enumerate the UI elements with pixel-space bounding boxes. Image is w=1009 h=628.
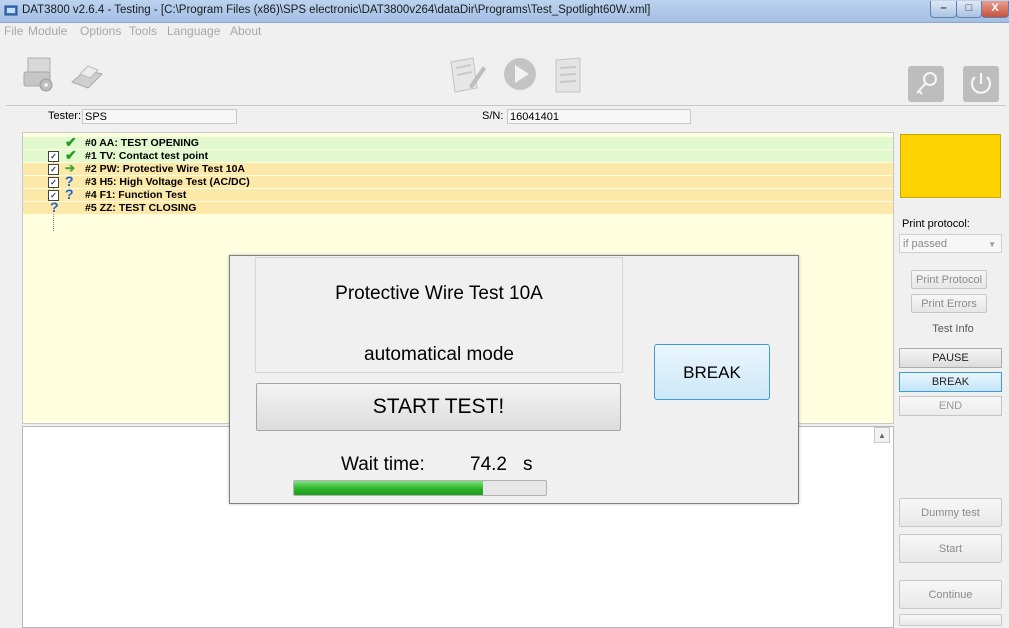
test-label: #3 H5: High Voltage Test (AC/DC) <box>85 176 250 188</box>
start-test-button[interactable]: START TEST! <box>256 383 621 431</box>
printer-icon[interactable] <box>66 52 106 96</box>
wait-time-unit: s <box>523 454 533 475</box>
test-row-1[interactable]: ✓ ✔ #1 TV: Contact test point <box>23 147 893 163</box>
document-icon[interactable] <box>548 52 588 96</box>
menu-module[interactable]: Module <box>28 24 67 38</box>
key-icon[interactable] <box>908 66 944 102</box>
menu-language[interactable]: Language <box>167 24 220 38</box>
status-indicator <box>900 134 1001 198</box>
pause-button[interactable]: PAUSE <box>899 348 1002 368</box>
test-row-2[interactable]: ✓ ➔ #2 PW: Protective Wire Test 10A <box>23 161 893 175</box>
print-protocol-value: if passed <box>903 238 948 250</box>
start-button[interactable]: Start <box>899 534 1002 563</box>
menu-about[interactable]: About <box>230 24 261 38</box>
menu-file[interactable]: File <box>4 24 23 38</box>
app-icon <box>4 5 18 16</box>
serial-label: S/N: <box>482 110 504 122</box>
dialog-break-button[interactable]: BREAK <box>654 344 770 400</box>
edit-icon[interactable] <box>447 52 487 96</box>
wait-progress-bar <box>293 480 547 496</box>
test-checkbox[interactable]: ✓ <box>48 164 59 175</box>
chevron-down-icon: ▼ <box>988 240 996 249</box>
power-icon[interactable] <box>963 66 999 102</box>
test-label: #0 AA: TEST OPENING <box>85 137 199 149</box>
test-row-3[interactable]: ✓ ? #3 H5: High Voltage Test (AC/DC) <box>23 174 893 188</box>
dummy-test-button[interactable]: Dummy test <box>899 498 1002 527</box>
test-label: #1 TV: Contact test point <box>85 150 209 162</box>
test-row-5[interactable]: ? #5 ZZ: TEST CLOSING <box>23 199 893 215</box>
tester-field[interactable]: SPS <box>82 109 237 124</box>
more-button[interactable] <box>899 614 1002 626</box>
side-break-button[interactable]: BREAK <box>899 372 1002 392</box>
test-label: #2 PW: Protective Wire Test 10A <box>85 163 245 175</box>
maximize-button[interactable]: □ <box>956 1 982 18</box>
scroll-up-button[interactable]: ▲ <box>874 427 890 443</box>
menu-bar: File Module Options Tools Language About <box>0 22 1009 40</box>
print-errors-button[interactable]: Print Errors <box>911 294 987 313</box>
progress-fill <box>294 481 483 495</box>
menu-options[interactable]: Options <box>80 24 121 38</box>
question-icon: ? <box>50 199 59 215</box>
minimize-button[interactable]: – <box>930 1 957 18</box>
dialog-test-title: Protective Wire Test 10A <box>335 283 543 304</box>
window-title: DAT3800 v2.6.4 - Testing - [C:\Program F… <box>22 4 651 16</box>
printer-setup-icon[interactable] <box>20 52 60 96</box>
test-info-button[interactable]: Test Info <box>911 320 995 339</box>
test-row-4[interactable]: ✓ ? #4 F1: Function Test <box>23 186 893 202</box>
dialog-mode-text: automatical mode <box>364 344 514 365</box>
check-icon: ✔ <box>65 147 77 163</box>
play-icon[interactable] <box>500 52 540 96</box>
serial-number-field[interactable]: 16041401 <box>507 109 691 124</box>
print-protocol-select[interactable]: if passed ▼ <box>899 234 1002 253</box>
title-bar[interactable]: DAT3800 v2.6.4 - Testing - [C:\Program F… <box>0 0 1009 23</box>
print-protocol-label: Print protocol: <box>902 218 970 230</box>
close-button[interactable]: X <box>981 1 1009 18</box>
test-dialog: Protective Wire Test 10A automatical mod… <box>229 255 799 504</box>
continue-button[interactable]: Continue <box>899 580 1002 609</box>
tester-label: Tester: <box>48 110 82 122</box>
wait-time-label: Wait time: <box>341 454 425 475</box>
menu-tools[interactable]: Tools <box>129 24 157 38</box>
question-icon: ? <box>65 186 74 202</box>
toolbar-separator <box>6 105 1006 106</box>
test-label: #5 ZZ: TEST CLOSING <box>85 202 197 214</box>
end-button[interactable]: END <box>899 396 1002 416</box>
dialog-info-box: Protective Wire Test 10A automatical mod… <box>255 257 623 373</box>
test-checkbox[interactable]: ✓ <box>48 177 59 188</box>
test-label: #4 F1: Function Test <box>85 189 187 201</box>
test-row-0[interactable]: ✔ #0 AA: TEST OPENING <box>23 135 893 149</box>
print-protocol-button[interactable]: Print Protocol <box>911 270 987 289</box>
wait-time-value: 74.2 <box>470 454 507 475</box>
test-checkbox[interactable]: ✓ <box>48 151 59 162</box>
